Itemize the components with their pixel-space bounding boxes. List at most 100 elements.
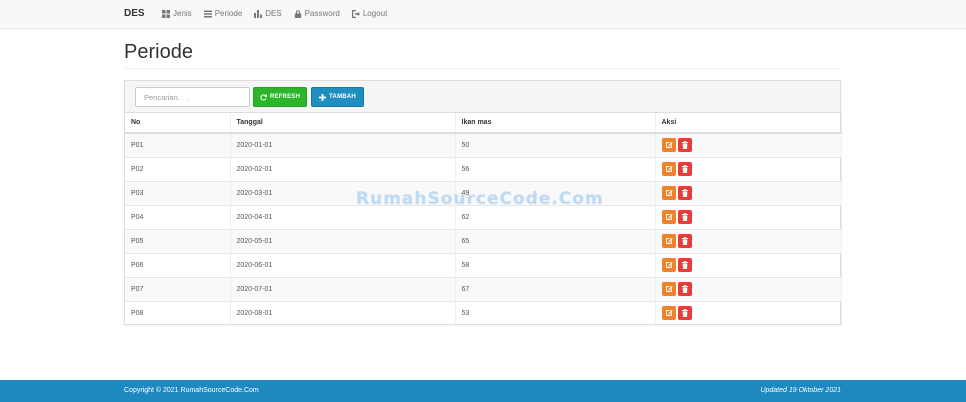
page-title: Periode [124,41,193,63]
edit-button[interactable] [661,258,676,272]
title-divider [124,68,841,69]
row-actions [661,234,842,248]
edit-icon [665,285,672,292]
trash-icon [681,237,688,245]
cell-tanggal: 2020-01-01 [230,132,456,157]
lock-icon [294,9,301,18]
edit-button[interactable] [661,234,676,248]
nav-link-password[interactable]: Password [294,9,340,18]
nav-link-label: Logout [362,9,388,18]
edit-icon [665,189,672,196]
nav-link-periode[interactable]: Periode [203,9,243,18]
trash-icon [681,285,688,293]
cell-aksi [655,300,842,325]
cell-aksi [655,276,842,301]
nav-link-label: Jenis [173,9,192,18]
edit-button[interactable] [661,186,676,200]
cell-ikan-mas: 65 [455,228,656,253]
edit-icon [665,165,672,172]
column-header-ikan-mas: Ikan mas [455,113,656,134]
trash-icon [681,189,688,197]
row-actions [661,186,842,200]
trash-icon [681,141,688,150]
edit-button[interactable] [661,282,676,296]
nav-link-logout[interactable]: Logout [351,9,388,18]
cell-aksi [655,228,842,253]
cell-aksi [655,180,842,205]
cell-no: P04 [125,204,231,229]
edit-button[interactable] [661,162,676,176]
table-row: P03 2020-03-01 49 [125,180,842,205]
column-header-tanggal: Tanggal [230,113,456,134]
periode-table: No Tanggal Ikan mas Aksi P01 2020-01-01 50… [125,113,842,325]
table-row: P08 2020-08-01 53 [125,300,842,325]
table-row: P06 2020-06-01 58 [125,252,842,277]
logout-icon [351,9,360,18]
bar-chart-icon [254,9,263,18]
delete-button[interactable] [677,138,692,153]
cell-no: P01 [125,132,231,157]
table-header-row: No Tanggal Ikan mas Aksi [125,113,842,134]
add-label: TAMBAH [329,94,356,100]
delete-button[interactable] [677,210,692,224]
edit-icon [665,310,672,317]
table-row: P07 2020-07-01 67 [125,276,842,301]
delete-button[interactable] [677,306,692,321]
refresh-button[interactable]: REFRESH [253,87,307,107]
edit-icon [665,237,672,244]
row-actions [661,138,842,153]
edit-button[interactable] [661,210,676,224]
cell-ikan-mas: 53 [455,300,656,325]
cell-no: P07 [125,276,231,301]
cell-ikan-mas: 56 [455,156,656,181]
table-row: P04 2020-04-01 62 [125,204,842,229]
nav-link-des[interactable]: DES [254,9,282,18]
brand-link[interactable]: DES [124,8,145,19]
search-input[interactable] [135,87,250,107]
cell-tanggal: 2020-04-01 [230,204,456,229]
trash-icon [681,165,688,173]
trash-icon [681,309,688,318]
cell-no: P08 [125,300,231,325]
refresh-label: REFRESH [269,94,301,100]
nav-link-label: Password [304,9,340,18]
cell-aksi [655,252,842,277]
delete-button[interactable] [677,258,692,272]
table-row: P02 2020-02-01 56 [125,156,842,181]
row-actions [661,258,842,272]
edit-icon [665,142,672,149]
updated-text: Updated 19 Oktober 2021 [760,387,841,394]
nav-link-jenis[interactable]: Jenis [162,9,192,18]
table-row: P01 2020-01-01 50 [125,132,842,157]
footer: Copyright © 2021 RumahSourceCode.Com Upd… [0,380,966,402]
delete-button[interactable] [677,282,692,296]
row-actions [661,210,842,224]
delete-button[interactable] [677,186,692,200]
cell-ikan-mas: 49 [455,180,656,205]
cell-tanggal: 2020-07-01 [230,276,456,301]
edit-button[interactable] [661,306,676,321]
edit-button[interactable] [661,138,676,153]
refresh-icon [260,93,267,101]
cell-aksi [655,156,842,181]
delete-button[interactable] [677,234,692,248]
column-header-aksi: Aksi [655,113,842,134]
delete-button[interactable] [677,162,692,176]
panel-toolbar: REFRESH TAMBAH [125,81,840,113]
table-row: P05 2020-05-01 65 [125,228,842,253]
periode-panel: REFRESH TAMBAH No Tanggal Ikan mas Aksi … [124,80,842,325]
cell-aksi [655,132,842,157]
cell-tanggal: 2020-05-01 [230,228,456,253]
column-header-no: No [125,113,231,134]
cell-no: P05 [125,228,231,253]
cell-tanggal: 2020-03-01 [230,180,456,205]
add-button[interactable]: TAMBAH [311,87,364,107]
cell-no: P06 [125,252,231,277]
cell-tanggal: 2020-08-01 [230,300,456,325]
edit-icon [665,213,672,220]
list-icon [203,10,212,17]
row-actions [661,162,842,176]
nav-link-label: Periode [214,9,243,18]
cell-ikan-mas: 58 [455,252,656,277]
edit-icon [665,261,672,268]
